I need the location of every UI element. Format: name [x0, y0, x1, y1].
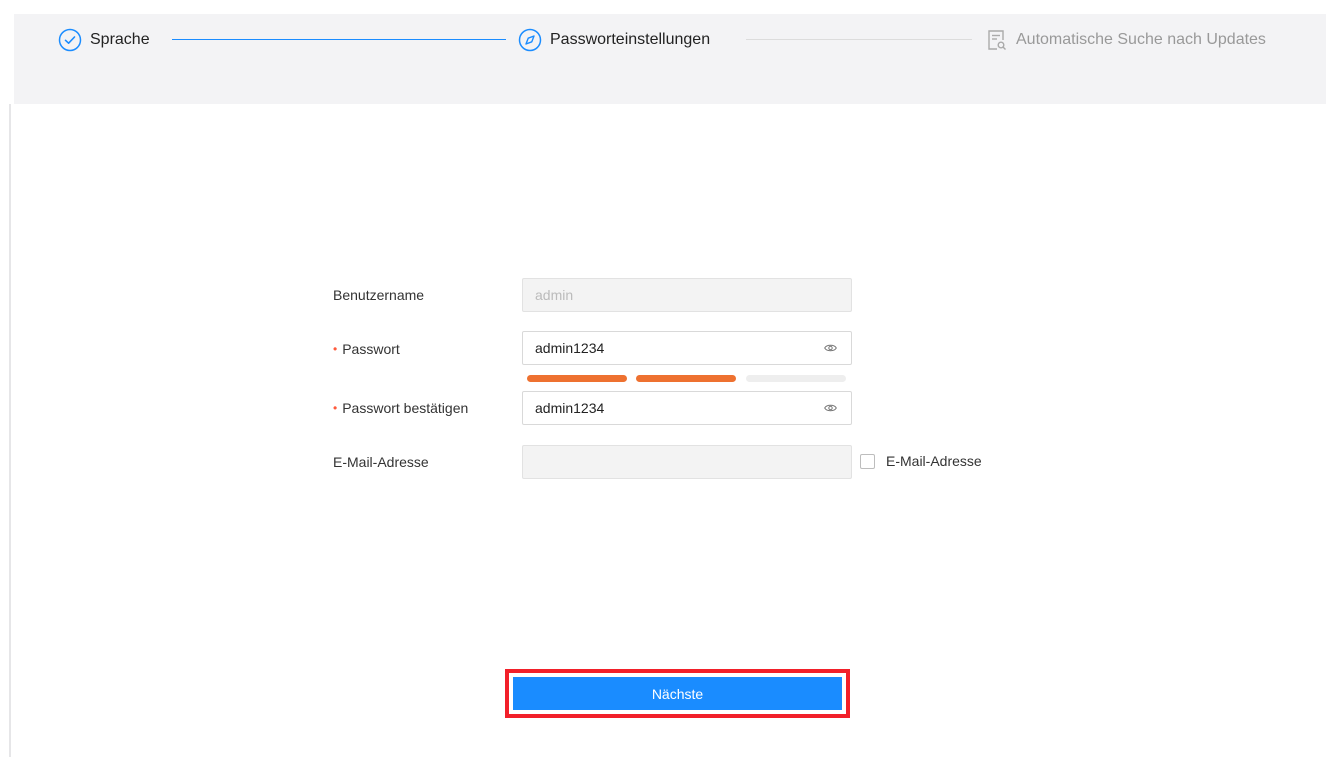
check-circle-icon: [58, 28, 82, 52]
step-password-settings[interactable]: Passworteinstellungen: [518, 25, 710, 55]
step-label: Passworteinstellungen: [550, 31, 711, 48]
document-search-icon: [984, 28, 1008, 52]
step-connector-pending: [746, 39, 972, 40]
step-label: Sprache: [90, 31, 150, 48]
step-connector-done: [172, 39, 506, 40]
step-language[interactable]: Sprache: [58, 25, 150, 55]
next-button[interactable]: Nächste: [513, 677, 842, 710]
eye-icon[interactable]: [824, 402, 837, 414]
confirm-password-label-text: Passwort bestätigen: [342, 400, 469, 416]
username-field: admin: [522, 278, 852, 312]
password-label: • Passwort: [333, 341, 400, 357]
compass-icon: [518, 28, 542, 52]
password-field[interactable]: admin1234: [522, 331, 852, 365]
strength-segment-2: [636, 375, 736, 382]
strength-segment-1: [527, 375, 627, 382]
step-label: Automatische Suche nach Updates: [1016, 31, 1266, 48]
confirm-password-label: • Passwort bestätigen: [333, 400, 468, 416]
confirm-password-value: admin1234: [535, 400, 605, 416]
setup-stepper: Sprache Passworteinstellungen Automatisc…: [14, 14, 1326, 104]
username-label: Benutzername: [333, 287, 425, 303]
required-mark: •: [333, 401, 338, 415]
password-label-text: Passwort: [342, 341, 400, 357]
email-label: E-Mail-Adresse: [333, 454, 429, 470]
required-mark: •: [333, 342, 338, 356]
confirm-password-field[interactable]: admin1234: [522, 391, 852, 425]
email-field[interactable]: [522, 445, 852, 479]
left-border-rule: [9, 104, 11, 757]
email-checkbox[interactable]: [860, 453, 875, 469]
next-button-highlight: Nächste: [505, 669, 850, 718]
email-checkbox-label: E-Mail-Adresse: [886, 453, 982, 469]
step-auto-update[interactable]: Automatische Suche nach Updates: [984, 25, 1266, 55]
strength-segment-3: [746, 375, 846, 382]
email-checkbox-group[interactable]: E-Mail-Adresse: [860, 453, 982, 469]
eye-icon[interactable]: [824, 342, 837, 354]
password-value: admin1234: [535, 340, 605, 356]
